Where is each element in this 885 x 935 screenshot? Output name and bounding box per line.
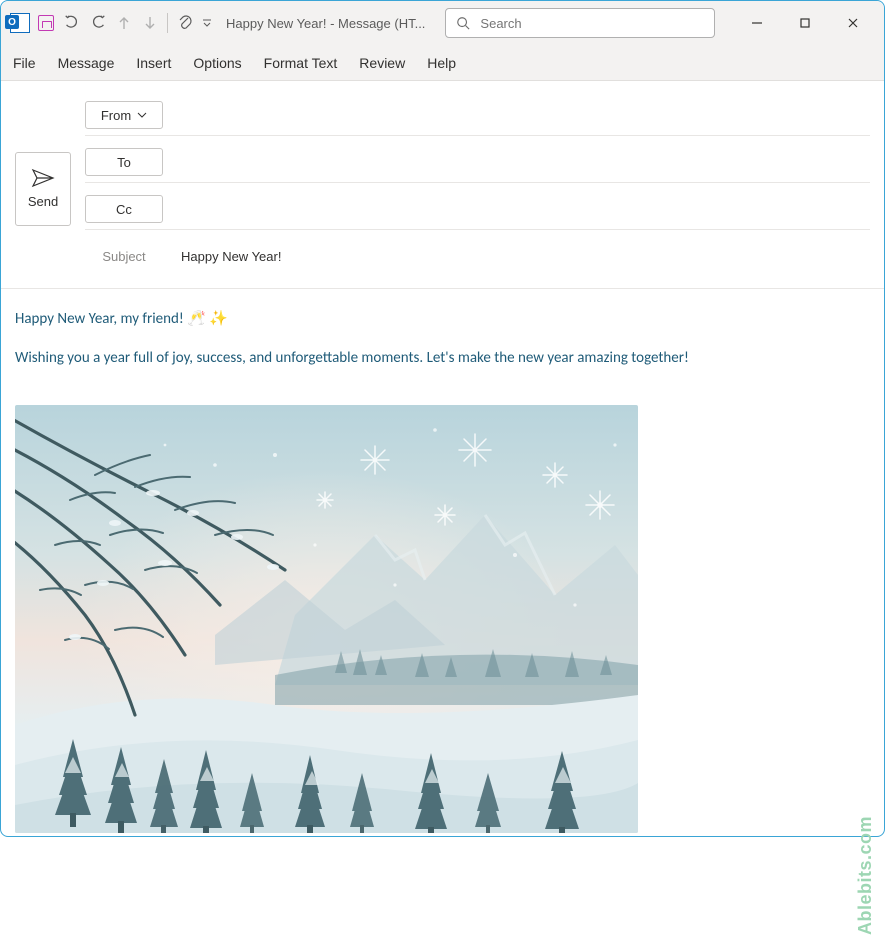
compose-header: Send From To Cc Subject Happy New Year! (1, 81, 884, 276)
tab-insert[interactable]: Insert (136, 55, 171, 71)
subject-value: Happy New Year! (181, 249, 281, 264)
search-input[interactable] (480, 16, 704, 31)
tab-help[interactable]: Help (427, 55, 456, 71)
redo-button[interactable] (87, 12, 109, 34)
cc-input[interactable] (181, 202, 870, 217)
tab-file[interactable]: File (13, 55, 36, 71)
chevron-down-icon (137, 112, 147, 118)
undo-button[interactable] (61, 12, 83, 34)
save-button[interactable] (35, 12, 57, 34)
maximize-button[interactable] (782, 8, 828, 38)
to-field[interactable] (181, 150, 870, 174)
to-button[interactable]: To (85, 148, 163, 176)
tab-message[interactable]: Message (58, 55, 115, 71)
subject-field[interactable]: Happy New Year! (181, 244, 870, 268)
search-icon (456, 16, 470, 30)
from-field[interactable] (181, 103, 870, 127)
tab-review[interactable]: Review (359, 55, 405, 71)
ribbon-tabs: File Message Insert Options Format Text … (1, 45, 884, 81)
from-button[interactable]: From (85, 101, 163, 129)
send-label: Send (28, 194, 58, 209)
cc-button[interactable]: Cc (85, 195, 163, 223)
move-down-icon[interactable] (139, 12, 161, 34)
message-body[interactable]: Happy New Year, my friend! 🥂 ✨ Wishing y… (1, 288, 884, 401)
qat-dropdown-icon[interactable] (200, 12, 214, 34)
tab-options[interactable]: Options (193, 55, 241, 71)
tab-format-text[interactable]: Format Text (264, 55, 338, 71)
from-input[interactable] (181, 108, 870, 123)
titlebar: Happy New Year! - Message (HT... (1, 1, 884, 45)
attach-icon[interactable] (174, 12, 196, 34)
search-box[interactable] (445, 8, 715, 38)
body-line-1: Happy New Year, my friend! 🥂 ✨ (15, 309, 870, 330)
move-up-icon[interactable] (113, 12, 135, 34)
embedded-image[interactable] (15, 405, 638, 833)
minimize-button[interactable] (734, 8, 780, 38)
window-title: Happy New Year! - Message (HT... (226, 16, 425, 31)
cc-field[interactable] (181, 197, 870, 221)
send-button[interactable]: Send (15, 152, 71, 226)
outlook-app-icon (9, 12, 31, 34)
close-button[interactable] (830, 8, 876, 38)
watermark: Ablebits.com (855, 816, 876, 935)
body-line-2: Wishing you a year full of joy, success,… (15, 348, 870, 369)
send-icon (31, 168, 55, 188)
separator (167, 13, 168, 33)
subject-label: Subject (85, 242, 163, 270)
to-input[interactable] (181, 155, 870, 170)
